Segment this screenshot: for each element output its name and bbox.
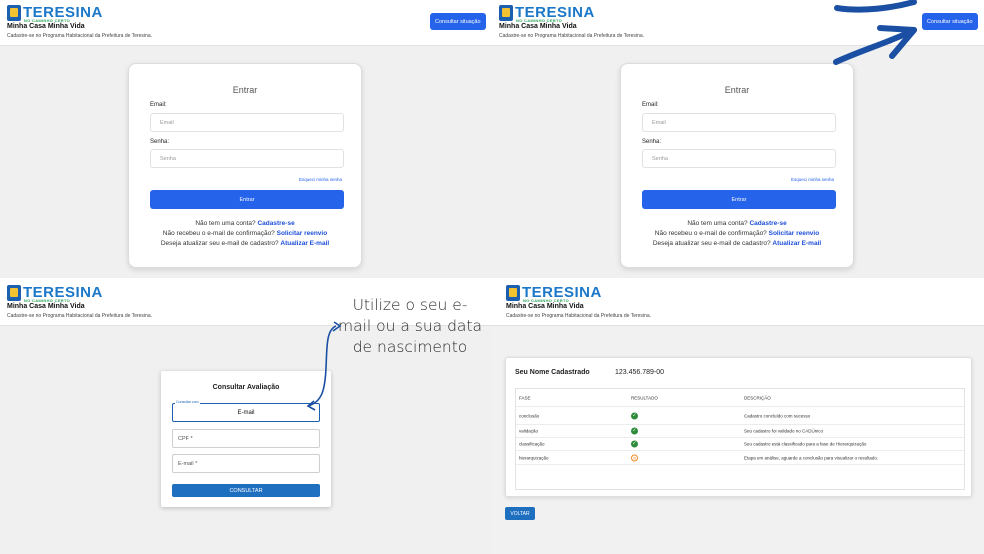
phase-cell: validação [519,428,539,434]
registered-name: Seu Nome Cadastrado [515,369,590,376]
email-label: Email: [150,102,167,108]
update-email-link[interactable]: Atualizar E-mail [772,240,821,247]
update-email-link[interactable]: Atualizar E-mail [280,240,329,247]
email-label: Email: [642,102,659,108]
city-crest-icon [499,4,513,21]
forgot-password-link[interactable]: Esqueci minha senha [791,177,834,182]
city-crest-icon [7,4,21,21]
callout-arrow-icon [306,321,342,411]
login-button[interactable]: Entrar [642,190,836,209]
login-screen-2: TERESINA NO CAMINHO CERTO Minha Casa Min… [492,0,984,278]
teresina-logo: TERESINA NO CAMINHO CERTO [7,284,103,303]
email-input[interactable]: Email [642,113,836,132]
update-email-line: Deseja atualizar seu e-mail de cadastro?… [129,240,361,247]
check-circle-icon: ✓ [631,427,638,435]
teresina-logo: TERESINA NO CAMINHO CERTO [506,284,602,303]
result-table: FASE RESULTADO DESCRIÇÃO conclusão ✓ Cad… [515,388,965,490]
table-row: conclusão ✓ Cadastro concluído com suces… [516,407,964,425]
signup-link[interactable]: Cadastre-se [257,220,294,227]
result-screen: TERESINA NO CAMINHO CERTO Minha Casa Min… [492,280,984,554]
description-cell: Seu cadastro foi validado no CADÚnico [744,428,824,434]
login-card: Entrar Email: Email Senha: Senha Esqueci… [620,63,854,268]
app-title: Minha Casa Minha Vida [7,23,85,30]
cpf-field[interactable]: CPF * [172,429,320,448]
consult-status-button[interactable]: Consultar situação [922,13,978,30]
app-subtitle: Cadastre-se no Programa Habitacional da … [7,33,152,39]
signup-text: Não tem uma conta? [687,220,748,227]
table-row: hierarquização ◷ Etapa em análise, aguar… [516,451,964,465]
phase-cell: conclusão [519,413,540,418]
evaluation-screen: TERESINA NO CAMINHO CERTO Minha Casa Min… [0,280,492,554]
phase-cell: classificação [519,441,545,447]
table-row: classificação ✓ Seu cadastro está classi… [516,438,964,451]
teresina-logo: TERESINA NO CAMINHO CERTO [7,4,103,23]
description-cell: Seu cadastro está classificado para a fa… [744,441,867,447]
email-field[interactable]: E-mail * [172,454,320,473]
signup-line: Não tem uma conta? Cadastre-se [621,220,853,227]
back-button[interactable]: VOLTAR [505,507,535,520]
resend-line: Não recebeu o e-mail de confirmação? Sol… [621,230,853,237]
table-row: validação ✓ Seu cadastro foi validado no… [516,425,964,438]
signup-link[interactable]: Cadastre-se [749,220,786,227]
phase-cell: hierarquização [519,455,549,460]
registered-cpf: 123.456.789-00 [615,369,665,376]
app-title: Minha Casa Minha Vida [506,303,584,310]
col-result: RESULTADO [631,395,658,400]
resend-line: Não recebeu o e-mail de confirmação? Sol… [129,230,361,237]
signup-line: Não tem uma conta? Cadastre-se [129,220,361,227]
password-input[interactable]: Senha [642,149,836,168]
teresina-logo: TERESINA NO CAMINHO CERTO [499,4,595,23]
col-phase: FASE [519,395,531,400]
check-circle-icon: ✓ [631,412,638,419]
check-circle-icon: ✓ [631,440,638,448]
login-title: Entrar [232,85,258,95]
password-input[interactable]: Senha [150,149,344,168]
forgot-password-link[interactable]: Esqueci minha senha [299,177,342,182]
update-email-line: Deseja atualizar seu e-mail de cadastro?… [621,240,853,247]
login-screen-1: TERESINA NO CAMINHO CERTO Minha Casa Min… [0,0,492,278]
instruction-callout: Utilize o seu e-mail ou a sua data de na… [337,296,483,356]
app-title: Minha Casa Minha Vida [499,23,577,30]
city-crest-icon [506,284,520,301]
consultar-button[interactable]: CONSULTAR [172,484,320,497]
resend-link[interactable]: Solicitar reenvio [769,230,820,237]
resend-text: Não recebeu o e-mail de confirmação? [654,230,767,237]
login-card: Entrar Email: Email Senha: Senha Esqueci… [128,63,362,268]
app-subtitle: Cadastre-se no Programa Habitacional da … [506,313,651,319]
resend-link[interactable]: Solicitar reenvio [277,230,328,237]
password-label: Senha: [642,139,662,145]
city-crest-icon [7,284,21,301]
site-header: TERESINA NO CAMINHO CERTO Minha Casa Min… [492,280,984,326]
site-header: TERESINA NO CAMINHO CERTO Minha Casa Min… [0,0,492,46]
clock-icon: ◷ [631,454,638,461]
update-email-text: Deseja atualizar seu e-mail de cadastro? [652,240,771,247]
consult-by-legend: Consultar com [175,400,200,404]
app-subtitle: Cadastre-se no Programa Habitacional da … [499,33,644,39]
description-cell: Cadastro concluído com sucesso [744,413,811,418]
pointer-arrows-icon [833,0,917,65]
email-input[interactable]: Email [150,113,344,132]
consult-by-select[interactable]: E-mail [172,403,320,422]
signup-text: Não tem uma conta? [195,220,256,227]
app-subtitle: Cadastre-se no Programa Habitacional da … [7,313,152,319]
resend-text: Não recebeu o e-mail de confirmação? [162,230,275,237]
login-title: Entrar [724,85,750,95]
password-label: Senha: [150,139,170,145]
app-title: Minha Casa Minha Vida [7,303,85,310]
update-email-text: Deseja atualizar seu e-mail de cadastro? [160,240,279,247]
col-description: DESCRIÇÃO [744,395,771,400]
consult-status-button[interactable]: Consultar situação [430,13,486,30]
login-button[interactable]: Entrar [150,190,344,209]
table-header: FASE RESULTADO DESCRIÇÃO [516,389,964,407]
result-card: Seu Nome Cadastrado 123.456.789-00 FASE … [505,357,972,497]
description-cell: Etapa em análise, aguarde a conclusão pa… [744,455,879,460]
